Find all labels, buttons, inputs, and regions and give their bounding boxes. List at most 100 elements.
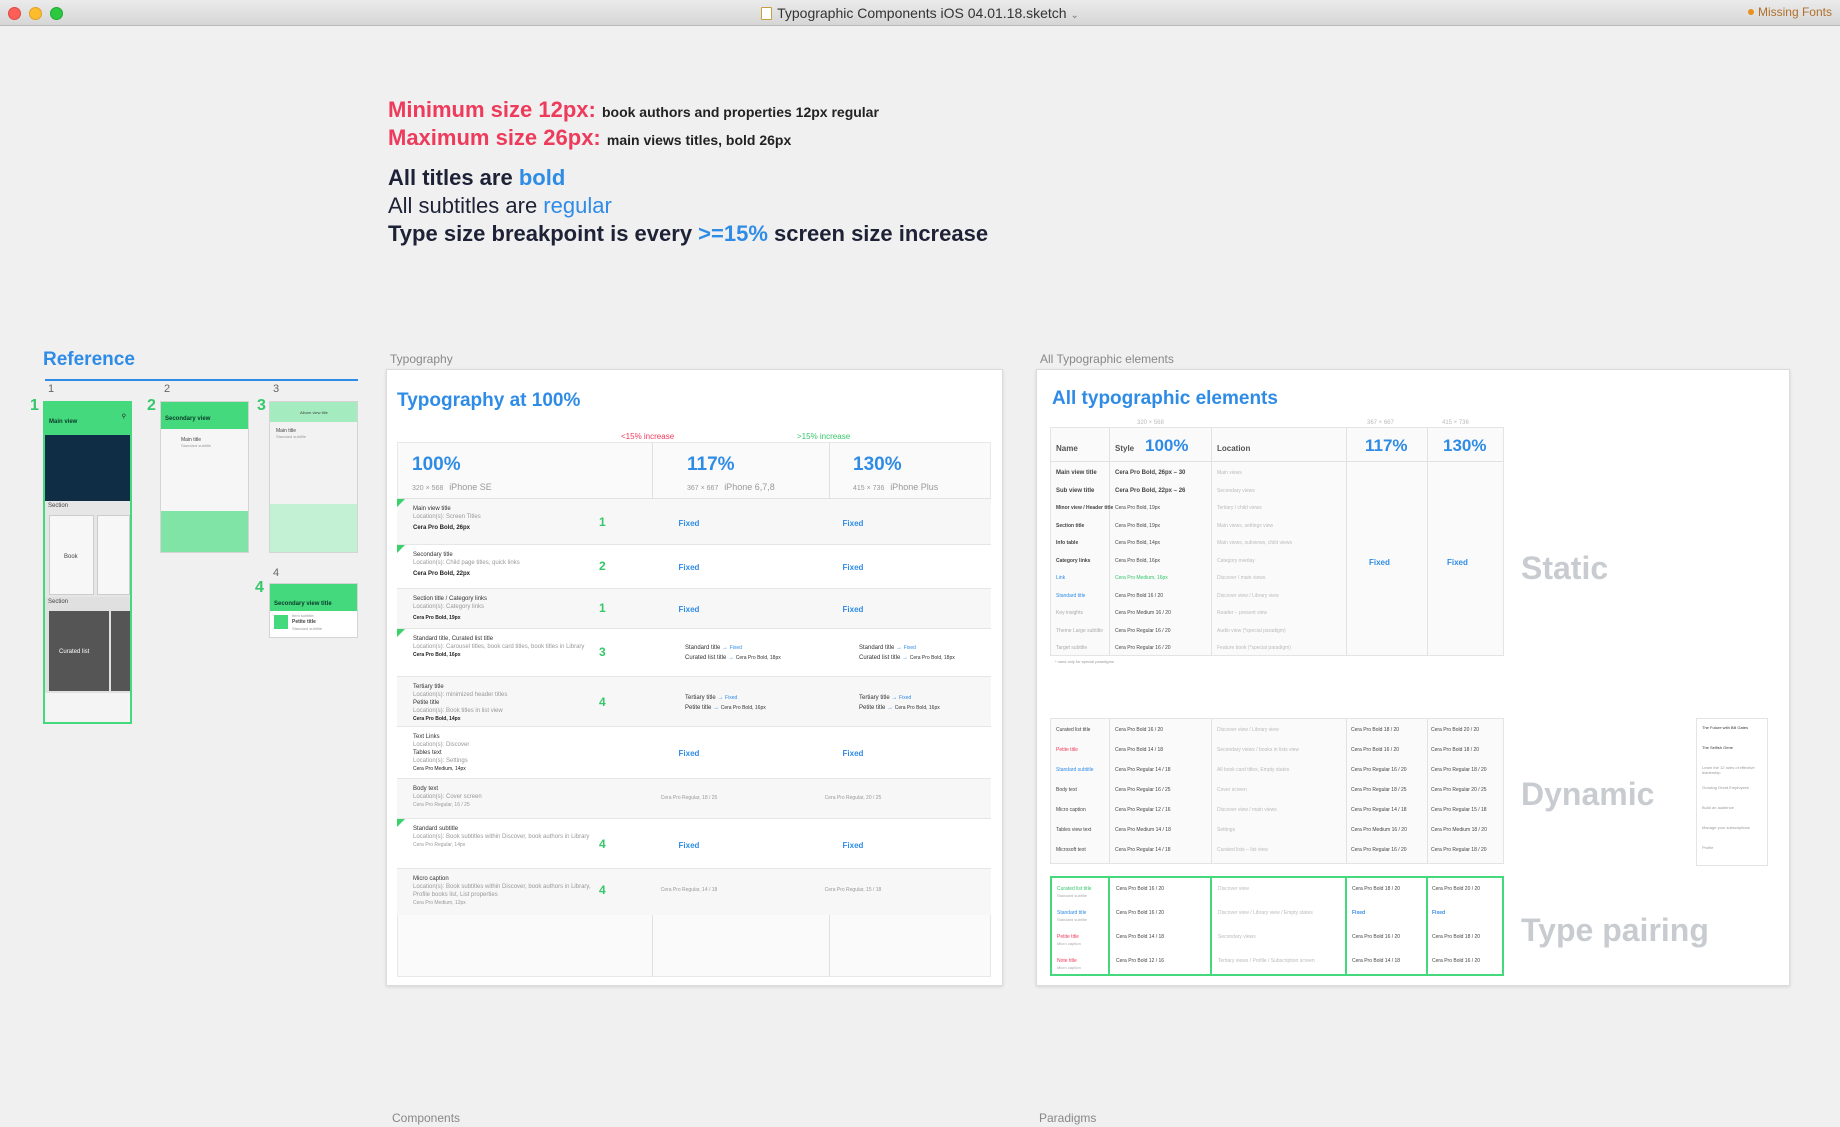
pairing-row-130: Cera Pro Bold 18 / 20 xyxy=(1432,934,1481,940)
all-elements-card[interactable]: All typographic elements 320 × 568 367 ×… xyxy=(1036,369,1790,986)
dynamic-row-location: Cover screen xyxy=(1217,787,1247,793)
col-117-res: 367 × 667 xyxy=(687,485,719,492)
pairing-row-117: Cera Pro Bold 16 / 20 xyxy=(1352,934,1401,940)
missing-fonts-button[interactable]: Missing Fonts xyxy=(1747,5,1832,19)
missing-fonts-label: Missing Fonts xyxy=(1757,5,1832,19)
pairing-row-130: Cera Pro Bold 16 / 20 xyxy=(1432,958,1481,964)
sketch-canvas[interactable]: Minimum size 12px: book authors and prop… xyxy=(0,27,1840,1127)
row5-loc: Location(s): Discover xyxy=(413,742,470,748)
typography-artboard-label[interactable]: Typography xyxy=(390,352,453,366)
static-row-name: Sub view title xyxy=(1056,487,1095,494)
reference-phone-secondary-view[interactable]: Secondary view Main title Standard subti… xyxy=(160,401,249,553)
row8-130: Cera Pro Regular, 15 / 18 xyxy=(824,887,882,893)
row3-p1-117: Standard title xyxy=(685,645,721,651)
typo-row-standard-subtitle[interactable]: Standard subtitle Location(s): Book subti… xyxy=(397,819,991,869)
col-117-pct: 117% xyxy=(687,454,735,475)
row1-loc: Location(s): Child page titles, quick li… xyxy=(413,560,520,566)
typo-row-text-links[interactable]: Text Links Location(s): Discover Tables te… xyxy=(397,727,991,779)
phone1-curated-card: Curated list xyxy=(49,611,109,691)
row1-font: Cera Pro Bold, 22px xyxy=(413,571,471,577)
row3-loc: Location(s): Carousel titles, book card … xyxy=(413,644,585,650)
type-pairing-block[interactable]: Curated list title Standard subtitle Cera … xyxy=(1050,876,1504,976)
row1-name: Secondary title xyxy=(413,552,453,558)
static-block[interactable]: Name Style 100% Location 117% 130% Main … xyxy=(1050,427,1504,656)
row4-pv2-117: Cera Pro Bold, 16px xyxy=(720,705,766,711)
static-row-style: Cera Pro Bold, 16px xyxy=(1115,557,1161,564)
static-row-style: Cera Pro Medium 16 / 20 xyxy=(1115,610,1171,616)
ae-res-100: 320 × 568 xyxy=(1137,420,1164,426)
dynamic-row-location: Secondary views / books in lists view xyxy=(1217,747,1299,753)
row5-font: Cera Pro Medium, 14px xyxy=(413,766,466,772)
dynamic-row-style: Cera Pro Regular 14 / 18 xyxy=(1115,847,1171,853)
pairing-row-130: Fixed xyxy=(1432,910,1446,916)
static-row-style: Cera Pro Medium, 16px xyxy=(1115,575,1168,581)
row2-130: Fixed xyxy=(842,605,864,614)
static-row-style: Cera Pro Regular 16 / 20 xyxy=(1115,645,1171,651)
static-row-location: Main views, settings view xyxy=(1217,522,1274,529)
components-artboard-label[interactable]: Components xyxy=(392,1111,460,1125)
reference-phone-main-view[interactable]: Main view ⚲ Section Book Section Curated… xyxy=(43,401,132,724)
dynamic-phone-preview[interactable]: The Future with Bill Gates The Selfish Ge… xyxy=(1696,718,1768,866)
pairing-row-style: Cera Pro Bold 14 / 18 xyxy=(1116,934,1165,940)
row3-p1-130: Standard title xyxy=(859,645,895,651)
typo-row-body-text[interactable]: Body text Location(s): Cover screen Cera P… xyxy=(397,779,991,819)
typo-row-standard-title[interactable]: Standard title, Curated list title Locati… xyxy=(397,629,991,677)
row6-loc: Location(s): Cover screen xyxy=(413,794,482,800)
row3-pv1-117: Fixed xyxy=(729,645,742,651)
row2-117: Fixed xyxy=(678,605,700,614)
phone4-header-label: Secondary view title xyxy=(274,601,332,607)
breakpoint-line: Type size breakpoint is every >=15% scre… xyxy=(388,221,988,247)
row6-117: Cera Pro Regular, 18 / 25 xyxy=(660,795,718,801)
max-size-note: main views titles, bold 26px xyxy=(606,132,792,148)
typo-row-secondary-title[interactable]: Secondary title Location(s): Child page t… xyxy=(397,545,991,589)
row2-loc: Location(s): Category links xyxy=(413,604,485,610)
dynamic-row-name: Microsoft text xyxy=(1056,847,1086,853)
row5-name: Text Links xyxy=(413,734,440,740)
titles-prefix: All titles are xyxy=(388,165,519,190)
static-row-style: Cera Pro Bold 16 / 20 xyxy=(1115,592,1164,599)
max-size-label: Maximum size 26px: xyxy=(388,125,601,150)
phone2-line2: Standard subtitle xyxy=(181,443,212,448)
typo-row-section-title[interactable]: Section title / Category links Location(s… xyxy=(397,589,991,629)
typo-row-micro-caption[interactable]: Micro caption Location(s): Book subtitles… xyxy=(397,869,991,915)
window-title[interactable]: Typographic Components iOS 04.01.18.sket… xyxy=(0,5,1840,21)
paradigms-artboard-label[interactable]: Paradigms xyxy=(1039,1111,1096,1125)
dynamic-block[interactable]: Curated list title Cera Pro Bold 16 / 20 D… xyxy=(1050,718,1504,864)
row3-p2-130: Curated list title xyxy=(859,655,901,661)
preview-line: Manage your subscriptions xyxy=(1702,825,1750,830)
ae-hdr-130: 130% xyxy=(1443,436,1487,455)
ae-hdr-location: Location xyxy=(1217,444,1251,453)
col-100-device: iPhone SE xyxy=(449,482,492,492)
preview-line: Build an audience xyxy=(1702,805,1734,810)
preview-line: Growing Great Employees xyxy=(1702,785,1749,790)
dynamic-row-location: All book card titles, Empty states xyxy=(1217,767,1290,773)
type-pairing-side-label: Type pairing xyxy=(1521,912,1709,948)
dynamic-row-style: Cera Pro Regular 16 / 25 xyxy=(1115,787,1171,793)
row4-pv1-117: Fixed xyxy=(725,695,738,701)
phone1-hero xyxy=(45,435,130,501)
reference-phone-secondary-view-title[interactable]: Secondary view title Item subtitle Petit… xyxy=(269,583,358,638)
static-row-style: Cera Pro Regular 16 / 20 xyxy=(1115,627,1171,634)
dynamic-row-style: Cera Pro Bold 16 / 20 xyxy=(1115,727,1164,733)
dynamic-row-130: Cera Pro Regular 20 / 25 xyxy=(1431,787,1487,793)
phone4-line1: Item subtitle xyxy=(292,613,314,618)
all-elements-artboard-label[interactable]: All Typographic elements xyxy=(1040,352,1174,366)
reference-title: Reference xyxy=(43,349,135,370)
reference-phone-album-view[interactable]: Album view title Main title Standard sub… xyxy=(269,401,358,553)
row4-p1-130: Tertiary title xyxy=(859,695,890,701)
dynamic-side-label: Dynamic xyxy=(1521,776,1655,812)
dynamic-row-117: Cera Pro Bold 16 / 20 xyxy=(1351,747,1400,753)
pairing-row-location: Discover view / Library view / Empty sta… xyxy=(1218,910,1313,916)
row0-font: Cera Pro Bold, 26px xyxy=(413,525,471,531)
typo-row-main-view-title[interactable]: Main view title Location(s): Screen Title… xyxy=(397,499,991,545)
row2-name: Section title / Category links xyxy=(413,596,488,602)
ae-hdr-100: 100% xyxy=(1145,436,1189,455)
pairing-row-location: Tertiary views / Profile / Subscription … xyxy=(1218,958,1315,964)
col-117-device: iPhone 6,7,8 xyxy=(724,482,775,492)
subtitles-regular-line: All subtitles are regular xyxy=(388,193,612,219)
static-130-value: Fixed xyxy=(1447,558,1468,567)
pairing-row-name2: Micro caption xyxy=(1057,965,1081,970)
typography-card[interactable]: Typography at 100% <15% increase >15% in… xyxy=(386,369,1003,986)
pairing-row-name: Petite title xyxy=(1057,934,1079,940)
typo-row-tertiary-title[interactable]: Tertiary title Location(s): minimized hea… xyxy=(397,677,991,727)
